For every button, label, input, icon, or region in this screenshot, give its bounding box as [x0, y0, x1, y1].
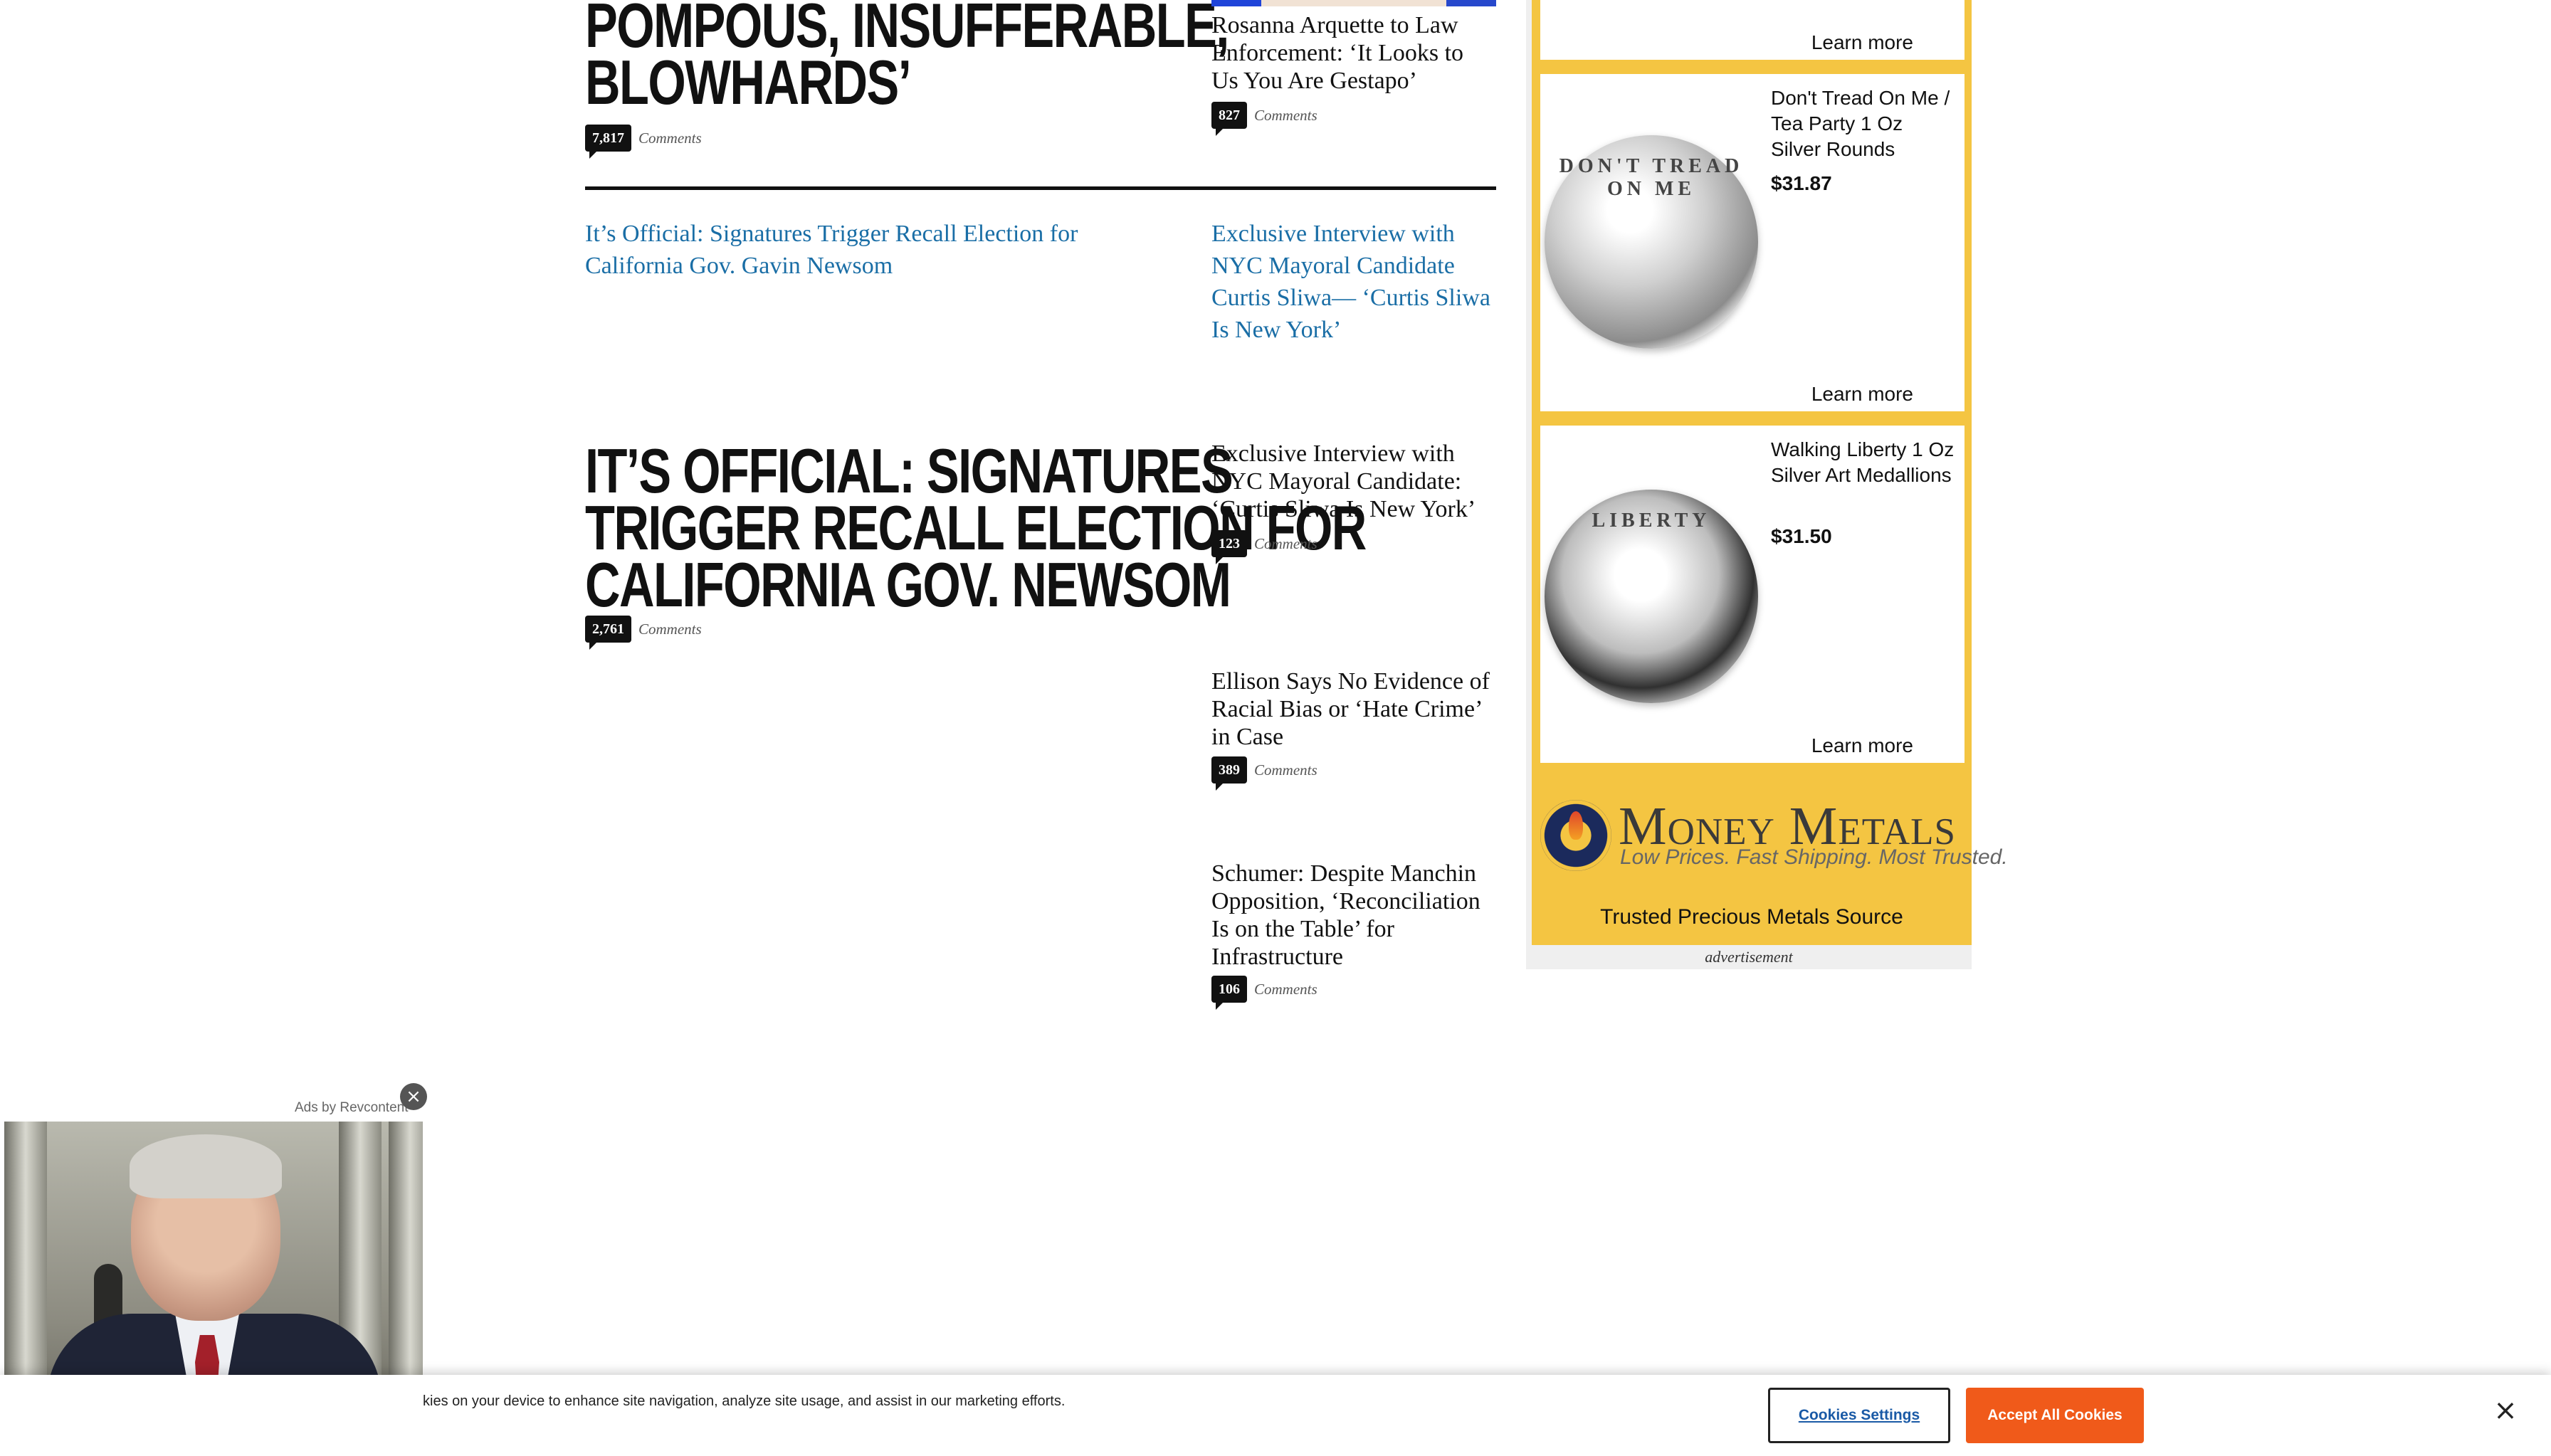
product-price: $31.87	[1771, 172, 1832, 194]
top-story-headline-line2: BLOWHARDS’	[585, 47, 912, 117]
side-story-title[interactable]: Exclusive Interview with NYC Mayoral Can…	[1211, 440, 1496, 523]
torch-flame-icon	[1569, 811, 1583, 840]
comment-count-badge: 827	[1211, 102, 1247, 136]
comment-count-badge: 123	[1211, 530, 1247, 564]
side-story-comments[interactable]: 106 Comments	[1211, 975, 1317, 1010]
comment-label: Comments	[638, 620, 702, 638]
cookies-settings-button[interactable]: Cookies Settings	[1768, 1388, 1950, 1443]
revcontent-label: Ads by Revcontent	[295, 1100, 409, 1115]
ad-card-top[interactable]: Learn more	[1540, 0, 1964, 60]
money-metals-logo[interactable]: Money Metals Low Prices. Fast Shipping. …	[1540, 796, 2008, 874]
coin-inscription: DON'T TREAD ON ME	[1559, 155, 1744, 200]
product-price: $31.50	[1771, 525, 1832, 547]
side-top-story-title[interactable]: Rosanna Arquette to Law Enforcement: ‘It…	[1211, 11, 1496, 95]
cookie-consent-bar	[0, 1375, 2551, 1456]
section-divider	[585, 186, 1496, 190]
feature-headline-line3: CALIFORNIA GOV. NEWSOM	[585, 549, 1231, 620]
silver-coin-liberty-icon: LIBERTY	[1545, 490, 1758, 703]
advertisement-label: advertisement	[1705, 948, 1793, 966]
close-icon[interactable]: ×	[400, 1083, 427, 1110]
side-story-title[interactable]: Schumer: Despite Manchin Opposition, ‘Re…	[1211, 860, 1496, 971]
feature-comments[interactable]: 2,761 Comments	[585, 615, 702, 650]
ad-product-card[interactable]: LIBERTY Walking Liberty 1 Oz Silver Art …	[1540, 426, 1964, 763]
comment-count-badge: 2,761	[585, 616, 631, 650]
top-story-headline[interactable]: POMPOUS, INSUFFERABLE, BLOWHARDS’	[585, 0, 1229, 117]
product-name[interactable]: Don't Tread On Me / Tea Party 1 Oz Silve…	[1771, 85, 1956, 162]
person-hair	[130, 1134, 282, 1198]
coin-inscription: LIBERTY	[1592, 510, 1711, 532]
learn-more-link[interactable]: Learn more	[1811, 383, 1913, 406]
top-story-comments[interactable]: 7,817 Comments	[585, 124, 702, 159]
close-icon[interactable]: ×	[2490, 1395, 2521, 1426]
product-name[interactable]: Walking Liberty 1 Oz Silver Art Medallio…	[1771, 437, 1956, 488]
comment-label: Comments	[1254, 534, 1317, 552]
silver-coin-snake-icon: DON'T TREAD ON ME	[1545, 135, 1758, 349]
brand-tagline: Low Prices. Fast Shipping. Most Trusted.	[1620, 845, 2008, 869]
side-story-comments[interactable]: 389 Comments	[1211, 756, 1317, 791]
comment-count-badge: 106	[1211, 976, 1247, 1010]
side-story-thumbnail[interactable]	[1211, 0, 1496, 6]
side-top-story-comments[interactable]: 827 Comments	[1211, 101, 1317, 136]
ad-product-card[interactable]: DON'T TREAD ON ME Don't Tread On Me / Te…	[1540, 74, 1964, 411]
comment-label: Comments	[1254, 980, 1317, 998]
comment-count-badge: 7,817	[585, 125, 631, 159]
cookie-consent-text: kies on your device to enhance site navi…	[423, 1393, 1066, 1409]
comment-label: Comments	[1254, 761, 1317, 779]
learn-more-link[interactable]: Learn more	[1811, 31, 1913, 54]
brand-trusted-line: Trusted Precious Metals Source	[1600, 905, 1903, 929]
comment-count-badge: 389	[1211, 756, 1247, 791]
learn-more-link[interactable]: Learn more	[1811, 734, 1913, 757]
comment-label: Comments	[1254, 106, 1317, 124]
side-story-comments[interactable]: 123 Comments	[1211, 529, 1317, 564]
side-story-title[interactable]: Ellison Says No Evidence of Racial Bias …	[1211, 668, 1496, 751]
comment-label: Comments	[638, 129, 702, 147]
link-sliwa-interview[interactable]: Exclusive Interview with NYC Mayoral Can…	[1211, 218, 1496, 346]
link-recall-election[interactable]: It’s Official: Signatures Trigger Recall…	[585, 218, 1112, 282]
top-story-headline-line1: POMPOUS, INSUFFERABLE,	[585, 0, 1229, 60]
accept-all-cookies-button[interactable]: Accept All Cookies	[1966, 1388, 2144, 1443]
